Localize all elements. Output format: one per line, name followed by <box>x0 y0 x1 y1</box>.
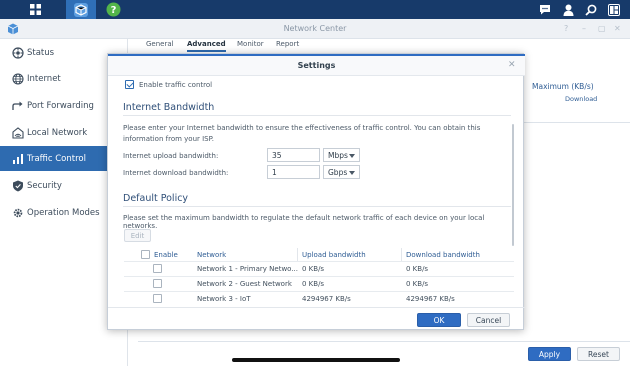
max-bandwidth-header: Maximum (KB/s) <box>532 82 594 91</box>
tab-bar: General Advanced Monitor Report <box>128 39 630 53</box>
tab-monitor[interactable]: Monitor <box>237 40 264 52</box>
select-all-checkbox[interactable] <box>141 250 150 259</box>
home-indicator[interactable] <box>232 358 400 362</box>
widgets-icon[interactable] <box>603 0 625 19</box>
dialog-title: Settings <box>297 61 336 70</box>
row-enable-checkbox[interactable] <box>153 264 162 273</box>
ok-button[interactable]: OK <box>417 313 461 327</box>
table-row-divider <box>124 276 514 277</box>
upload-unit-select[interactable]: Mbps <box>323 148 360 162</box>
svg-text:?: ? <box>110 5 116 16</box>
section-divider <box>123 115 511 116</box>
shield-icon <box>11 179 24 192</box>
column-header-download: Download <box>565 95 598 103</box>
upload-bandwidth-input[interactable]: 35 <box>267 148 320 162</box>
minimize-icon[interactable]: – <box>582 24 586 33</box>
row-upload: 0 KB/s <box>302 280 325 288</box>
column-header-upload: Upload bandwidth <box>302 251 366 259</box>
window-titlebar[interactable]: Network Center ? – ▢ ✕ <box>0 19 630 39</box>
dialog-footer-divider <box>108 307 525 308</box>
default-policy-title: Default Policy <box>123 193 189 204</box>
sidebar-item-security[interactable]: Security <box>0 173 108 198</box>
local-network-icon <box>11 126 24 139</box>
edit-button[interactable]: Edit <box>124 229 151 242</box>
sidebar-item-label: Traffic Control <box>27 153 86 164</box>
maximize-icon[interactable]: ▢ <box>598 24 606 33</box>
close-icon[interactable]: ✕ <box>508 60 516 70</box>
row-upload: 0 KB/s <box>302 265 325 273</box>
dialog-header[interactable]: Settings ✕ <box>108 54 525 76</box>
chevron-down-icon <box>349 171 355 175</box>
top-taskbar: ? <box>0 0 630 19</box>
chevron-down-icon <box>349 154 355 158</box>
tab-report[interactable]: Report <box>276 40 299 52</box>
table-header-divider <box>124 261 514 262</box>
tab-advanced[interactable]: Advanced <box>187 40 226 52</box>
table-row-divider <box>124 291 514 292</box>
enable-traffic-control-checkbox[interactable] <box>125 80 134 89</box>
row-download: 0 KB/s <box>406 280 429 288</box>
sidebar-item-local-network[interactable]: Local Network <box>0 120 108 145</box>
row-download: 0 KB/s <box>406 265 429 273</box>
tab-general[interactable]: General <box>146 40 174 52</box>
download-unit-select[interactable]: Gbps <box>323 165 360 179</box>
search-icon[interactable] <box>580 0 602 19</box>
default-policy-description: Please set the maximum bandwidth to regu… <box>123 214 485 230</box>
sidebar-item-label: Internet <box>27 73 61 84</box>
sidebar-item-label: Local Network <box>27 127 88 138</box>
sidebar-item-status[interactable]: Status <box>0 40 108 65</box>
row-upload: 4294967 KB/s <box>302 295 351 303</box>
window-title: Network Center <box>283 24 347 33</box>
scrollbar[interactable] <box>512 124 514 246</box>
column-header-download: Download bandwidth <box>406 251 480 259</box>
upload-unit-value: Mbps <box>328 151 348 160</box>
sidebar-item-traffic-control[interactable]: Traffic Control <box>0 146 108 171</box>
port-forwarding-icon <box>11 99 24 112</box>
row-network: Network 3 - IoT <box>197 295 251 303</box>
help-icon[interactable]: ? <box>100 0 126 19</box>
grid-icon[interactable] <box>22 0 48 19</box>
sidebar-item-label: Status <box>27 47 55 58</box>
download-bandwidth-label: Internet download bandwidth: <box>123 169 229 177</box>
download-unit-value: Gbps <box>328 168 348 177</box>
sidebar-item-port-forwarding[interactable]: Port Forwarding <box>0 93 108 118</box>
user-icon[interactable] <box>557 0 579 19</box>
column-divider <box>401 248 402 261</box>
column-divider <box>297 248 298 261</box>
internet-bandwidth-description: Please enter your Internet bandwidth to … <box>123 124 481 143</box>
status-icon <box>11 46 24 59</box>
row-network: Network 2 - Guest Network <box>197 280 292 288</box>
column-header-enable: Enable <box>154 251 178 259</box>
chat-icon[interactable] <box>534 0 556 19</box>
gear-icon <box>11 206 24 219</box>
package-icon[interactable] <box>66 0 96 19</box>
enable-traffic-control-label: Enable traffic control <box>139 81 213 89</box>
help-icon[interactable]: ? <box>564 24 568 33</box>
sidebar-item-label: Security <box>27 180 62 191</box>
sidebar-item-internet[interactable]: Internet <box>0 66 108 91</box>
sidebar-item-label: Operation Modes <box>27 207 100 218</box>
globe-icon <box>11 72 24 85</box>
sidebar-item-operation-modes[interactable]: Operation Modes <box>0 200 108 225</box>
upload-bandwidth-label: Internet upload bandwidth: <box>123 152 219 160</box>
row-download: 4294967 KB/s <box>406 295 455 303</box>
column-header-network: Network <box>197 251 227 259</box>
row-enable-checkbox[interactable] <box>153 294 162 303</box>
cancel-button[interactable]: Cancel <box>467 313 510 327</box>
internet-bandwidth-title: Internet Bandwidth <box>123 102 215 113</box>
traffic-control-icon <box>11 152 24 165</box>
download-bandwidth-input[interactable]: 1 <box>267 165 320 179</box>
close-icon[interactable]: ✕ <box>614 24 621 33</box>
row-network: Network 1 - Primary Netwo... <box>197 265 299 273</box>
section-divider <box>123 206 511 207</box>
apply-button[interactable]: Apply <box>528 347 571 361</box>
background-table-header: Maximum (KB/s) d Download <box>513 81 630 123</box>
settings-dialog: Settings ✕ Enable traffic control Intern… <box>107 53 525 330</box>
footer-divider <box>138 341 630 342</box>
row-enable-checkbox[interactable] <box>153 279 162 288</box>
sidebar-item-label: Port Forwarding <box>27 100 94 111</box>
reset-button[interactable]: Reset <box>577 347 620 361</box>
